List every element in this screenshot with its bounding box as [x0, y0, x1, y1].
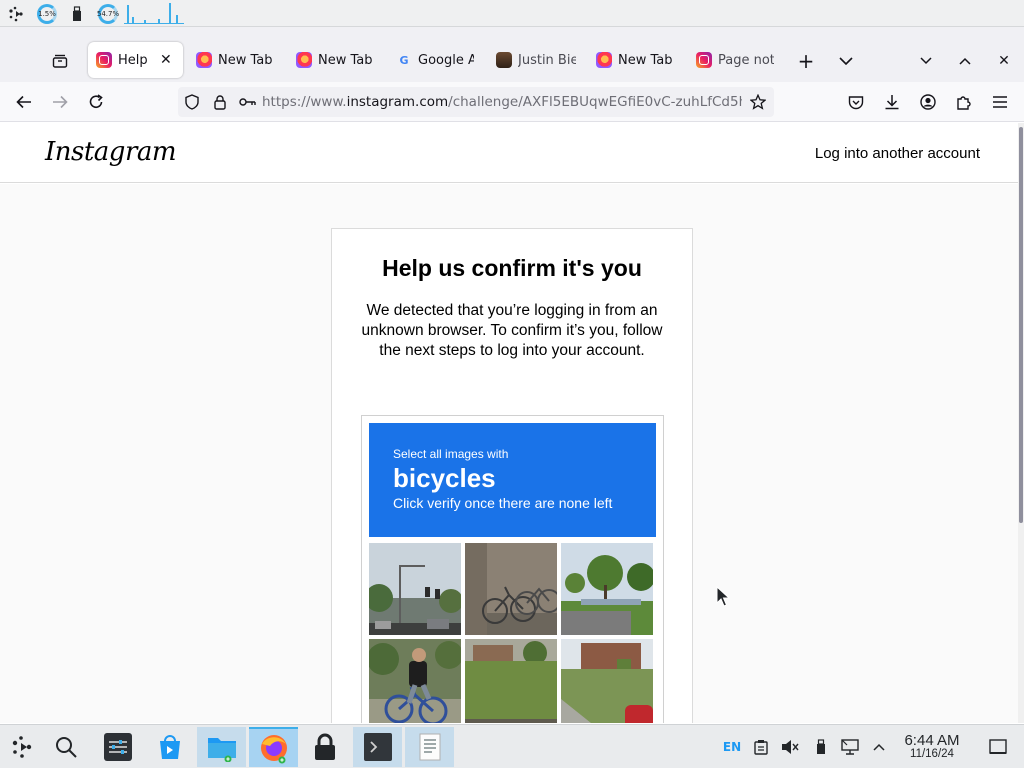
page-body: Help us confirm it's you We detected tha… [0, 184, 1018, 723]
captcha-tile-6[interactable] [561, 639, 653, 723]
back-arrow-icon[interactable] [10, 88, 38, 116]
confirm-identity-card: Help us confirm it's you We detected tha… [331, 228, 693, 723]
bookmark-star-icon[interactable] [744, 94, 772, 110]
firefox-taskbar-icon[interactable] [249, 727, 298, 767]
app-launcher-icon[interactable] [6, 4, 26, 24]
minimize-chevron-icon[interactable] [912, 47, 940, 75]
card-description: We detected that you’re logging in from … [361, 302, 663, 359]
tab-label: Justin Bie [518, 52, 576, 68]
lock-screen-icon[interactable] [303, 727, 347, 767]
captcha-tile-3[interactable] [561, 543, 653, 635]
navigation-toolbar: https://www.instagram.com/challenge/AXFl… [0, 82, 1024, 122]
key-icon[interactable] [234, 97, 262, 107]
captcha-instruction: Click verify once there are none left [393, 495, 613, 511]
url-text[interactable]: https://www.instagram.com/challenge/AXFl… [262, 94, 742, 110]
lock-icon[interactable] [206, 94, 234, 110]
reload-icon[interactable] [82, 88, 110, 116]
taskbar: EN [0, 724, 1024, 768]
tab-new-tab-3[interactable]: New Tab [588, 42, 684, 78]
account-icon[interactable] [914, 88, 942, 116]
tab-page-not-found[interactable]: Page not [688, 42, 784, 78]
instagram-icon [96, 52, 112, 68]
instagram-icon [696, 52, 712, 68]
page-scrollbar[interactable] [1018, 123, 1024, 723]
pocket-icon[interactable] [842, 88, 870, 116]
firefox-view-button[interactable] [46, 47, 74, 75]
terminal-icon[interactable] [353, 727, 402, 767]
url-path: /challenge/AXFl5EBUqwEGfiE0vC-zuhLfCd5h [448, 94, 742, 110]
captcha-prompt-prefix: Select all images with [393, 447, 509, 461]
network-wired-icon[interactable] [840, 737, 860, 757]
volume-muted-icon[interactable] [780, 737, 800, 757]
app-launcher-icon[interactable] [0, 727, 44, 767]
clipboard-icon[interactable] [751, 737, 771, 757]
text-editor-icon[interactable] [405, 727, 454, 767]
captcha-tile-5[interactable] [465, 639, 557, 723]
discover-store-icon[interactable] [148, 727, 192, 767]
firefox-icon [596, 52, 612, 68]
tab-label: Help u [118, 52, 152, 68]
captcha-tile-4[interactable] [369, 639, 461, 723]
show-hidden-icons-chevron-icon[interactable] [869, 737, 889, 757]
tab-justin[interactable]: Justin Bie [488, 42, 584, 78]
captcha-widget: Select all images with bicycles Click ve… [361, 415, 664, 723]
tab-label: New Tab [218, 52, 273, 68]
new-tab-button[interactable]: + [792, 47, 820, 75]
clock-time[interactable]: 6:44 AM [896, 732, 968, 749]
google-icon: G [399, 53, 409, 67]
scrollbar-thumb[interactable] [1019, 127, 1023, 523]
captcha-tile-1[interactable] [369, 543, 461, 635]
file-manager-icon[interactable] [197, 727, 246, 767]
page-title: Help us confirm it's you [382, 255, 642, 281]
captcha-header: Select all images with bicycles Click ve… [369, 423, 656, 537]
tab-label: Google A [418, 52, 474, 68]
tab-label: New Tab [318, 52, 373, 68]
close-window-icon[interactable]: ✕ [990, 47, 1018, 75]
usb-drive-icon[interactable] [70, 4, 84, 24]
captcha-tile-2[interactable] [465, 543, 557, 635]
url-prefix: https://www. [262, 94, 347, 110]
tab-google[interactable]: G Google A [388, 42, 484, 78]
keyboard-layout-indicator[interactable]: EN [721, 737, 743, 757]
clock-date[interactable]: 11/16/24 [896, 748, 968, 760]
firefox-icon [196, 52, 212, 68]
system-top-panel: 1.5% 54.7% [0, 0, 1024, 27]
log-into-another-account-link[interactable]: Log into another account [815, 145, 980, 162]
extensions-puzzle-icon[interactable] [950, 88, 978, 116]
maximize-chevron-icon[interactable] [951, 47, 979, 75]
system-settings-icon[interactable] [96, 727, 140, 767]
cpu-usage-label: 1.5% [38, 10, 56, 18]
tab-label: New Tab [618, 52, 673, 68]
tracking-protection-shield-icon[interactable] [178, 94, 206, 110]
show-desktop-icon[interactable] [988, 737, 1008, 757]
search-icon[interactable] [44, 727, 88, 767]
downloads-icon[interactable] [878, 88, 906, 116]
firefox-icon [296, 52, 312, 68]
forward-arrow-icon[interactable] [46, 88, 74, 116]
tab-instagram-help[interactable]: Help u ✕ [88, 42, 183, 78]
tab-new-tab-2[interactable]: New Tab [288, 42, 384, 78]
instagram-logo[interactable]: Instagram [45, 137, 177, 167]
web-page: Instagram Log into another account Help … [0, 123, 1018, 723]
close-tab-icon[interactable]: ✕ [160, 52, 172, 68]
hamburger-menu-icon[interactable] [986, 88, 1014, 116]
cpu-monitor-icon[interactable]: 1.5% [36, 4, 58, 24]
instagram-header: Instagram Log into another account [0, 123, 1018, 183]
url-host: instagram.com [346, 94, 449, 110]
list-all-tabs-chevron-icon[interactable] [832, 47, 860, 75]
memory-monitor-icon[interactable]: 54.7% [97, 4, 119, 24]
captcha-target-object: bicycles [393, 463, 496, 493]
usb-device-icon[interactable] [811, 737, 831, 757]
mouse-cursor-icon [716, 585, 731, 612]
network-graph[interactable] [124, 2, 186, 25]
tab-new-tab-1[interactable]: New Tab [188, 42, 284, 78]
tab-label: Page not [718, 52, 774, 68]
address-bar[interactable]: https://www.instagram.com/challenge/AXFl… [178, 87, 774, 117]
person-photo-icon [496, 52, 512, 68]
memory-usage-label: 54.7% [96, 10, 120, 18]
tab-strip: Help u ✕ New Tab New Tab G Google A Just… [0, 38, 1024, 82]
window-titlebar [0, 27, 1024, 38]
